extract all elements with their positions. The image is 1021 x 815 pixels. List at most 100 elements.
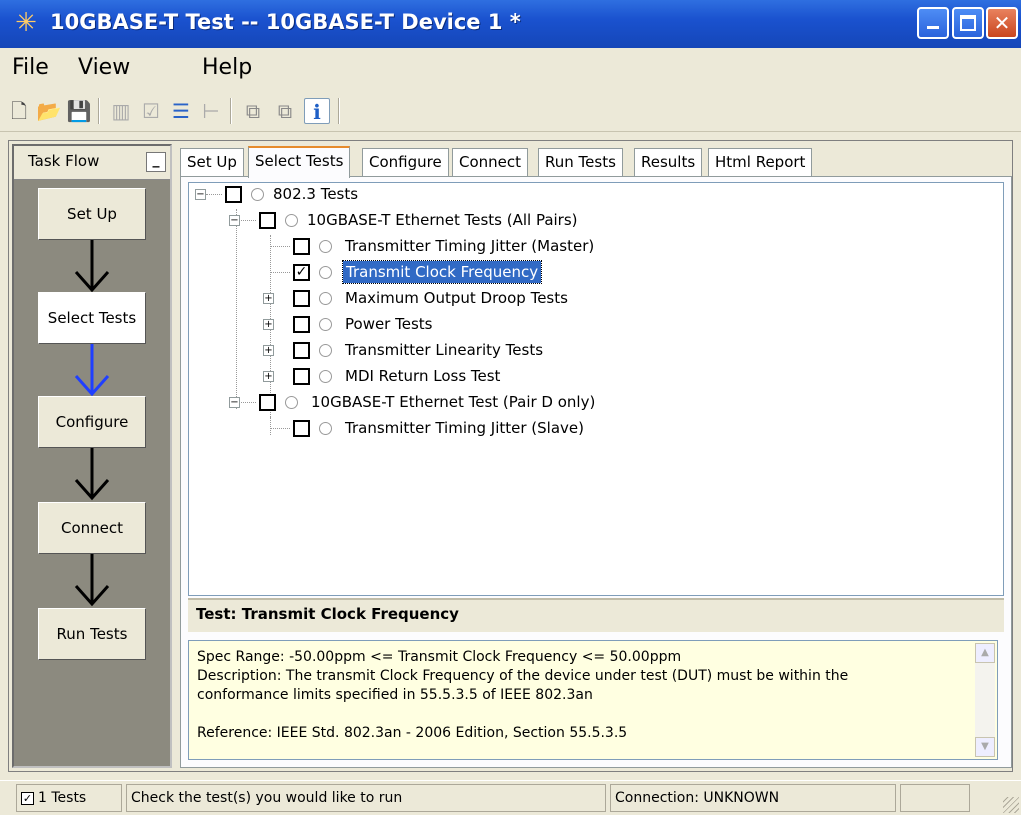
status-radio-icon bbox=[319, 344, 332, 357]
checkbox[interactable] bbox=[293, 368, 310, 385]
toolbar-separator bbox=[98, 98, 100, 124]
flow-arrow-active-icon bbox=[74, 344, 110, 397]
toolbar: 🗋 📂 💾 ▥ ☑ ☰ ⊢ ⧉ ⧉ ℹ bbox=[0, 88, 1021, 132]
tab-html-report[interactable]: Html Report bbox=[708, 148, 813, 176]
tree-label: Transmitter Timing Jitter (Slave) bbox=[345, 419, 584, 437]
new-file-icon[interactable]: 🗋 bbox=[6, 98, 32, 124]
collapse-icon[interactable]: − bbox=[229, 215, 240, 226]
bracket-icon[interactable]: ⊢ bbox=[198, 98, 224, 124]
status-radio-icon bbox=[251, 188, 264, 201]
test-detail-box: Spec Range: -50.00ppm <= Transmit Clock … bbox=[188, 640, 998, 760]
task-flow-header: Task Flow _ bbox=[14, 146, 170, 180]
tree-label: Transmitter Timing Jitter (Master) bbox=[345, 237, 595, 255]
taskflow-step-run-tests[interactable]: Run Tests bbox=[38, 608, 146, 660]
checkbox[interactable] bbox=[293, 238, 310, 255]
close-button[interactable]: ✕ bbox=[986, 7, 1018, 39]
tab-results[interactable]: Results bbox=[634, 148, 703, 176]
tree-line bbox=[270, 246, 290, 247]
info-icon[interactable]: ℹ bbox=[304, 98, 330, 124]
tests-count-text: 1 Tests bbox=[38, 790, 87, 806]
toolbar-separator bbox=[230, 98, 232, 124]
save-icon[interactable]: 💾 bbox=[66, 98, 92, 124]
flow-arrow-icon bbox=[74, 554, 110, 607]
tree-line bbox=[270, 272, 290, 273]
expand-icon[interactable]: + bbox=[263, 371, 274, 382]
tree-label: Transmit Clock Frequency bbox=[341, 260, 543, 284]
taskflow-step-set-up[interactable]: Set Up bbox=[38, 188, 146, 240]
close-icon: ✕ bbox=[993, 11, 1011, 35]
status-radio-icon bbox=[319, 240, 332, 253]
copy-icon[interactable]: ⧉ bbox=[272, 98, 298, 124]
tree-line bbox=[270, 428, 290, 429]
test-tree[interactable]: − 802.3 Tests − 10GBASE-T Ethernet Tests… bbox=[188, 182, 1004, 596]
scroll-up-icon[interactable]: ▲ bbox=[975, 643, 995, 663]
status-empty-cell bbox=[900, 784, 970, 812]
expand-icon[interactable]: + bbox=[263, 319, 274, 330]
expand-icon[interactable]: + bbox=[263, 345, 274, 356]
status-radio-icon bbox=[319, 292, 332, 305]
window-title: 10GBASE-T Test -- 10GBASE-T Device 1 * bbox=[50, 10, 521, 34]
tab-configure[interactable]: Configure bbox=[362, 148, 449, 176]
check-run-icon[interactable]: ☑ bbox=[138, 98, 164, 124]
checkbox-checked[interactable]: ✓ bbox=[293, 264, 310, 281]
detail-scrollbar[interactable]: ▲ ▼ bbox=[975, 643, 995, 757]
collapse-icon[interactable]: − bbox=[229, 397, 240, 408]
menu-bar: File View Help bbox=[0, 48, 1021, 88]
tab-set-up[interactable]: Set Up bbox=[180, 148, 244, 176]
status-radio-icon bbox=[319, 266, 332, 279]
tree-label: Maximum Output Droop Tests bbox=[345, 289, 568, 307]
taskflow-step-select-tests[interactable]: Select Tests bbox=[38, 292, 146, 344]
task-flow-title: Task Flow bbox=[28, 152, 100, 170]
checkbox[interactable] bbox=[293, 316, 310, 333]
status-tests-count: ✓ 1 Tests bbox=[16, 784, 122, 812]
open-folder-icon[interactable]: 📂 bbox=[36, 98, 62, 124]
checkbox[interactable] bbox=[293, 290, 310, 307]
chart-icon[interactable]: ▥ bbox=[108, 98, 134, 124]
task-flow-panel: Task Flow _ Set Up Select Tests Configur… bbox=[12, 144, 172, 768]
flow-arrow-icon bbox=[74, 448, 110, 501]
toolbar-separator bbox=[338, 98, 340, 124]
tree-label: Power Tests bbox=[345, 315, 433, 333]
status-radio-icon bbox=[319, 370, 332, 383]
resize-grip-icon[interactable] bbox=[1003, 797, 1019, 813]
checkbox[interactable] bbox=[259, 212, 276, 229]
title-bar[interactable]: ✳ 10GBASE-T Test -- 10GBASE-T Device 1 *… bbox=[0, 0, 1021, 48]
status-radio-icon bbox=[285, 214, 298, 227]
reference-text: Reference: IEEE Std. 802.3an - 2006 Edit… bbox=[197, 725, 628, 741]
tab-connect[interactable]: Connect bbox=[452, 148, 529, 176]
collapse-icon[interactable]: − bbox=[195, 189, 206, 200]
tree-line bbox=[236, 209, 237, 409]
tree-label: 10GBASE-T Ethernet Test (Pair D only) bbox=[311, 393, 596, 411]
status-connection: Connection: UNKNOWN bbox=[610, 784, 896, 812]
connect-icon[interactable]: ⧉ bbox=[240, 98, 266, 124]
menu-file[interactable]: File bbox=[12, 55, 49, 80]
menu-view[interactable]: View bbox=[78, 55, 130, 80]
status-radio-icon bbox=[319, 318, 332, 331]
task-flow-minimize-button[interactable]: _ bbox=[146, 152, 166, 172]
tree-label: MDI Return Loss Test bbox=[345, 367, 501, 385]
maximize-icon bbox=[960, 15, 976, 31]
checkbox[interactable] bbox=[293, 342, 310, 359]
taskflow-step-configure[interactable]: Configure bbox=[38, 396, 146, 448]
spec-range-text: Spec Range: -50.00ppm <= Transmit Clock … bbox=[197, 649, 682, 665]
tree-label: 10GBASE-T Ethernet Tests (All Pairs) bbox=[307, 211, 578, 229]
checkbox[interactable] bbox=[293, 420, 310, 437]
description-text: Description: The transmit Clock Frequenc… bbox=[197, 668, 849, 703]
checkbox[interactable] bbox=[225, 186, 242, 203]
checkbox[interactable] bbox=[259, 394, 276, 411]
expand-icon[interactable]: + bbox=[263, 293, 274, 304]
menu-help[interactable]: Help bbox=[202, 55, 252, 80]
minimize-icon bbox=[927, 26, 939, 29]
checkbox-checked-icon: ✓ bbox=[21, 791, 34, 805]
minimize-button[interactable] bbox=[917, 7, 949, 39]
maximize-button[interactable] bbox=[952, 7, 984, 39]
app-logo-icon: ✳ bbox=[15, 8, 37, 38]
status-message: Check the test(s) you would like to run bbox=[126, 784, 606, 812]
test-detail-title: Test: Transmit Clock Frequency bbox=[188, 598, 1004, 632]
list-icon[interactable]: ☰ bbox=[168, 98, 194, 124]
tab-run-tests[interactable]: Run Tests bbox=[538, 148, 623, 176]
scroll-down-icon[interactable]: ▼ bbox=[975, 737, 995, 757]
taskflow-step-connect[interactable]: Connect bbox=[38, 502, 146, 554]
status-radio-icon bbox=[319, 422, 332, 435]
tab-select-tests[interactable]: Select Tests bbox=[248, 146, 351, 178]
